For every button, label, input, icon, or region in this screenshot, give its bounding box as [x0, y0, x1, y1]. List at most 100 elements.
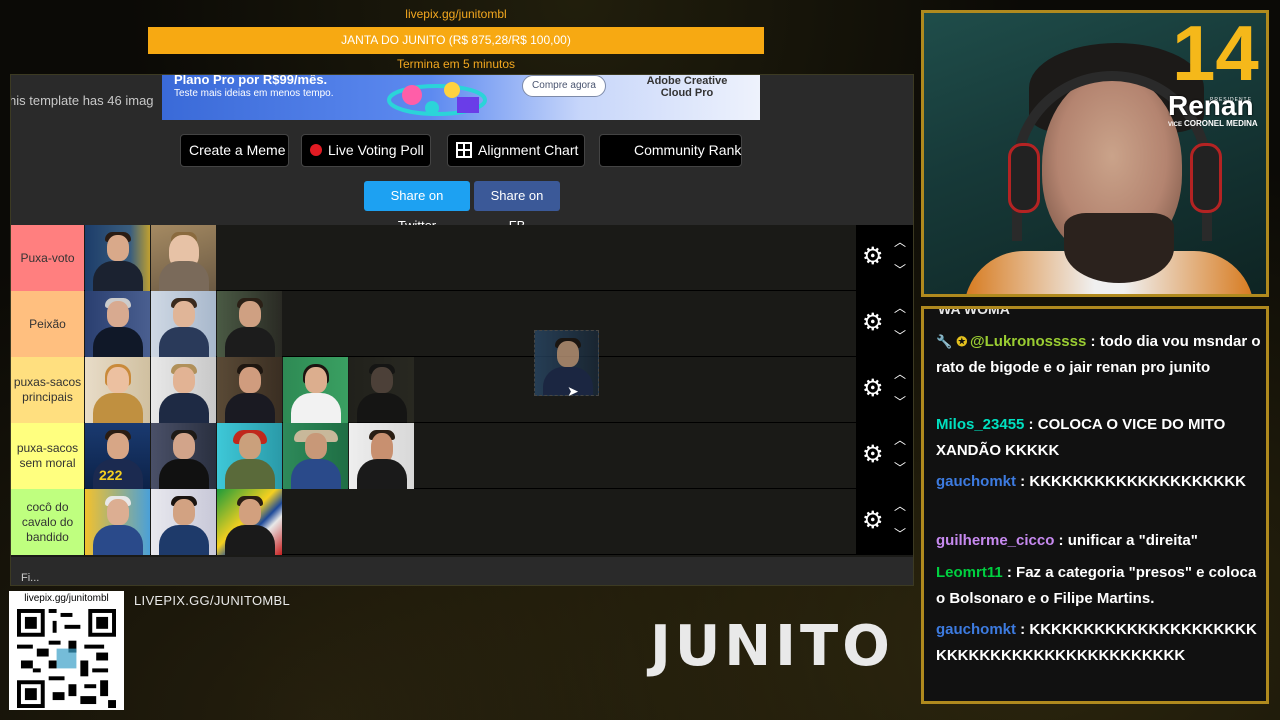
- chat-username[interactable]: gauchomkt: [936, 473, 1016, 490]
- campaign-number: 14: [1172, 10, 1259, 97]
- toolbar: Create a Meme Live Voting Poll Alignment…: [11, 134, 913, 168]
- create-meme-button[interactable]: Create a Meme: [180, 134, 289, 167]
- chevron-up-icon[interactable]: ︿: [894, 497, 906, 514]
- tier-controls: ⚙ ︿ ﹀: [856, 291, 913, 357]
- portrait-thumbnail[interactable]: [151, 225, 216, 291]
- tier-row: Puxa-voto ⚙ ︿ ﹀: [11, 225, 913, 291]
- chat-message: Leomrt11 : Faz a categoria "presos" e co…: [936, 564, 1257, 607]
- community-rank-button[interactable]: Community Rank: [599, 134, 742, 167]
- alignment-chart-button[interactable]: Alignment Chart: [447, 134, 585, 167]
- campaign-vice: VICE CORONEL MEDINA: [1168, 119, 1258, 128]
- portrait-thumbnail[interactable]: [85, 489, 150, 555]
- vice-name: CORONEL MEDINA: [1184, 119, 1258, 128]
- tier-row: puxas-sacos principais ⚙ ︿ ﹀: [11, 357, 913, 423]
- portrait-thumbnail[interactable]: [85, 291, 150, 357]
- chevron-up-icon[interactable]: ︿: [894, 299, 906, 316]
- qr-card: livepix.gg/junitombl: [9, 591, 124, 710]
- tier-controls: ⚙ ︿ ﹀: [856, 489, 913, 555]
- qr-code-icon[interactable]: [17, 609, 116, 708]
- tier-label[interactable]: puxa-sacos sem moral: [11, 423, 84, 489]
- chat-username[interactable]: Leomrt11: [936, 564, 1003, 581]
- chat-username[interactable]: @Lukronosssss: [970, 333, 1086, 350]
- goal-timer: Termina em 5 minutos: [396, 57, 516, 71]
- chat-username[interactable]: gauchomkt: [936, 621, 1016, 638]
- portrait-thumbnail[interactable]: [85, 225, 150, 291]
- tier-label[interactable]: puxas-sacos principais: [11, 357, 84, 423]
- tier-controls: ⚙ ︿ ﹀: [856, 357, 913, 423]
- headset-ear-right: [1190, 143, 1222, 213]
- headset-ear-left: [1008, 143, 1040, 213]
- tier-row: cocô do cavalo do bandido ⚙ ︿ ﹀: [11, 489, 913, 555]
- portrait-thumbnail[interactable]: [151, 357, 216, 423]
- share-twitter-button[interactable]: Share on Twitter: [364, 181, 470, 233]
- chevron-up-icon[interactable]: ︿: [894, 365, 906, 382]
- tier-label[interactable]: Puxa-voto: [11, 225, 84, 291]
- wrench-icon: 🔧: [936, 334, 953, 350]
- portrait-thumbnail[interactable]: [349, 357, 414, 423]
- tier-list: Puxa-voto ⚙ ︿ ﹀ Peixão ⚙ ︿ ﹀ puxas-sacos…: [11, 225, 913, 557]
- goal-url: livepix.gg/junitombl: [405, 7, 507, 21]
- mouse-cursor-icon: ➤: [567, 383, 579, 399]
- vice-prefix: VICE: [1168, 122, 1183, 128]
- ad-banner[interactable]: Plano Pro por R$99/mês. Teste mais ideia…: [162, 75, 760, 120]
- portrait-thumbnail[interactable]: [349, 423, 414, 489]
- live-voting-poll-button[interactable]: Live Voting Poll: [301, 134, 431, 167]
- tiers-footer-text: Fi...: [21, 572, 40, 584]
- tier-row: puxa-sacos sem moral 222 ⚙ ︿ ﹀: [11, 423, 913, 489]
- chevron-down-icon[interactable]: ﹀: [894, 261, 906, 278]
- portrait-thumbnail[interactable]: [151, 423, 216, 489]
- live-voting-label: Live Voting Poll: [328, 142, 424, 158]
- gear-icon[interactable]: ⚙: [862, 443, 884, 467]
- chat-message: 🔧 ✪ @Lukronosssss : todo dia vou msndar o…: [936, 329, 1261, 381]
- grid-icon: [456, 141, 472, 158]
- chevron-down-icon[interactable]: ﹀: [894, 393, 906, 410]
- ad-cta-button[interactable]: Compre agora: [522, 75, 606, 97]
- chevron-down-icon[interactable]: ﹀: [894, 459, 906, 476]
- portrait-thumbnail[interactable]: [217, 357, 282, 423]
- chat-badges: 🔧 ✪: [936, 329, 970, 355]
- portrait-thumbnail[interactable]: [217, 489, 282, 555]
- portrait-thumbnail[interactable]: [85, 357, 150, 423]
- portrait-thumbnail[interactable]: 222: [85, 423, 150, 489]
- ad-illustration: [387, 82, 487, 116]
- thumb-badge: 222: [99, 467, 123, 483]
- chevron-down-icon[interactable]: ﹀: [894, 327, 906, 344]
- portrait-thumbnail[interactable]: [151, 291, 216, 357]
- gear-icon[interactable]: ⚙: [862, 377, 884, 401]
- portrait-thumbnail[interactable]: [283, 357, 348, 423]
- portrait-thumbnail[interactable]: [283, 423, 348, 489]
- chat-message: guilherme_cicco : unificar a "direita": [936, 532, 1198, 549]
- tier-label[interactable]: Peixão: [11, 291, 84, 357]
- tier-row: Peixão ⚙ ︿ ﹀: [11, 291, 913, 357]
- chevron-up-icon[interactable]: ︿: [894, 233, 906, 250]
- chevron-down-icon[interactable]: ﹀: [894, 525, 906, 542]
- gear-icon[interactable]: ⚙: [862, 245, 884, 269]
- tier-list-browser: his template has 46 imag Plano Pro por R…: [10, 74, 914, 586]
- ad-subtitle: Teste mais ideias em menos tempo.: [174, 88, 334, 99]
- portrait-thumbnail[interactable]: [151, 489, 216, 555]
- share-facebook-button[interactable]: Share on FB: [474, 181, 560, 233]
- gear-icon[interactable]: ⚙: [862, 311, 884, 335]
- campaign-name: Renan: [1168, 90, 1254, 121]
- livepix-url: LIVEPIX.GG/JUNITOMBL: [134, 593, 291, 608]
- ad-brand: Adobe Creative Cloud Pro: [646, 75, 728, 99]
- chevron-up-icon[interactable]: ︿: [894, 431, 906, 448]
- chat-text: unificar a "direita": [1067, 532, 1198, 549]
- chat-username[interactable]: Milos_23455: [936, 416, 1024, 433]
- chat-panel: WA WOMA 🔧 ✪ @Lukronosssss : todo dia vou …: [921, 306, 1269, 704]
- chat-username[interactable]: guilherme_cicco: [936, 532, 1054, 549]
- chat-message: gauchomkt : KKKKKKKKKKKKKKKKKKKK: [936, 469, 1261, 495]
- chat-message: Milos_23455 : COLOCA O VICE DO MITO XAND…: [936, 416, 1226, 459]
- tier-grid-icon: [608, 140, 628, 160]
- live-dot-icon: [310, 144, 322, 157]
- star-badge-icon: ✪: [956, 334, 968, 350]
- qr-url: livepix.gg/junitombl: [24, 593, 109, 604]
- portrait-thumbnail[interactable]: [217, 291, 282, 357]
- tier-controls: ⚙ ︿ ﹀: [856, 423, 913, 489]
- tier-label[interactable]: cocô do cavalo do bandido: [11, 489, 84, 555]
- alignment-label: Alignment Chart: [478, 142, 579, 158]
- goal-progress-bar: JANTA DO JUNITO (R$ 875,28/R$ 100,00): [148, 27, 764, 54]
- webcam-feed: 14 PRESIDENTE Renan VICE CORONEL MEDINA: [921, 10, 1269, 297]
- portrait-thumbnail[interactable]: [217, 423, 282, 489]
- gear-icon[interactable]: ⚙: [862, 509, 884, 533]
